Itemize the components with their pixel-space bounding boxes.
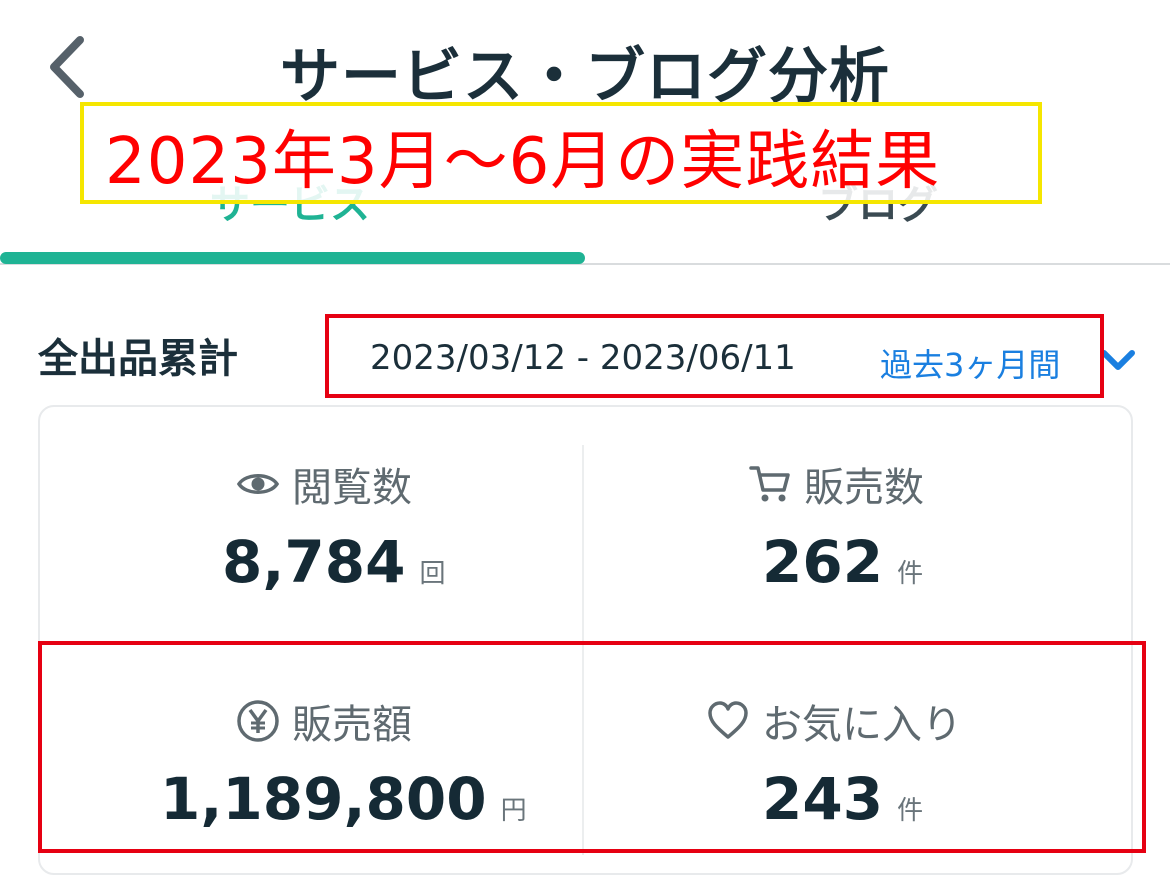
sales-unit: 件 — [897, 559, 924, 589]
date-highlight-box — [325, 314, 1104, 398]
chevron-down-icon[interactable] — [1098, 343, 1138, 377]
sales-label: 販売数 — [804, 465, 924, 511]
annotation-text: 2023年3月〜6月の実践結果 — [105, 125, 941, 199]
views-label: 閲覧数 — [292, 465, 412, 511]
views-unit: 回 — [419, 559, 446, 589]
stat-sales-label: 販売数 — [748, 455, 924, 513]
stat-views-label: 閲覧数 — [236, 455, 412, 513]
sales-value: 262 — [762, 528, 884, 596]
views-value: 8,784 — [222, 528, 406, 596]
stats-highlight-box — [38, 641, 1146, 853]
section-title: 全出品累計 — [38, 336, 238, 382]
stat-views-value: 8,784 回 — [222, 528, 445, 596]
stat-sales-value: 262 件 — [762, 528, 923, 596]
active-tab-indicator — [0, 252, 585, 264]
cart-icon — [749, 466, 790, 502]
eye-icon — [236, 474, 280, 494]
